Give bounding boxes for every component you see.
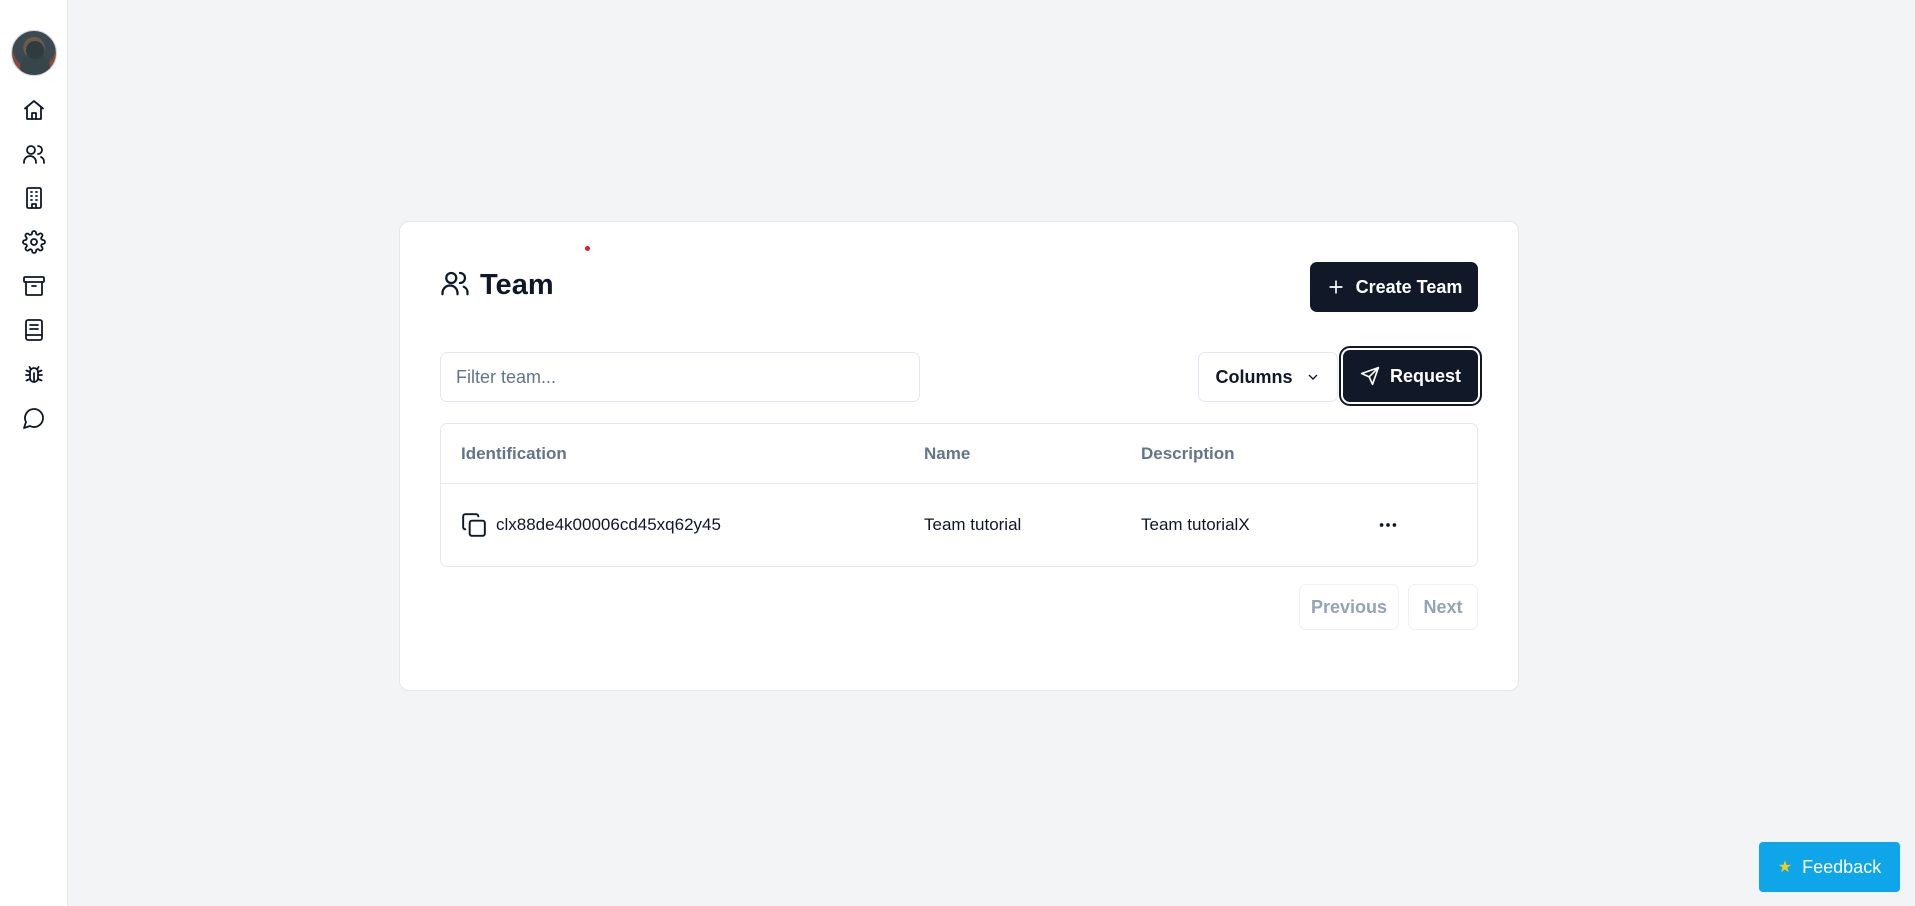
create-team-button[interactable]: Create Team [1310,262,1478,312]
more-horizontal-icon [1379,523,1397,527]
users-icon [22,145,45,164]
page-title: Team [480,269,554,301]
sidebar-item-archive[interactable] [17,269,51,303]
chevron-down-icon [1308,374,1317,380]
star-icon: ★ [1777,859,1793,876]
notification-dot [585,246,590,251]
identification-value: clx88de4k00006cd45xq62y45 [496,515,721,534]
column-header-description[interactable]: Description [1141,424,1235,484]
table-row: clx88de4k00006cd45xq62y45 Team tutorial … [441,484,1477,566]
request-label: Request [1389,365,1461,386]
column-header-identification[interactable]: Identification [461,424,567,484]
page-header: Team [440,268,554,303]
sidebar-item-users[interactable] [17,137,51,171]
column-header-name[interactable]: Name [924,424,970,484]
message-circle-icon [22,408,44,429]
previous-page-button[interactable]: Previous [1299,584,1399,630]
cell-identification: clx88de4k00006cd45xq62y45 [461,484,721,566]
sidebar [0,0,68,906]
send-icon [1360,366,1380,386]
team-table: Identification Name Description clx88de4… [440,423,1478,567]
cell-name: Team tutorial [924,515,1022,534]
archive-icon [22,276,45,296]
sidebar-item-docs[interactable] [17,313,51,347]
sidebar-item-messages[interactable] [17,401,51,435]
feedback-label: Feedback [1802,856,1882,877]
plus-icon [1328,280,1343,294]
sidebar-item-settings[interactable] [17,225,51,259]
bug-icon [24,366,43,383]
request-button[interactable]: Request [1339,346,1482,406]
table-header-row: Identification Name Description [441,424,1477,484]
book-icon [24,319,43,341]
sidebar-item-organization[interactable] [17,181,51,215]
cell-description: Team tutorialX [1141,515,1250,534]
copy-icon[interactable] [461,512,487,538]
columns-label: Columns [1215,366,1293,387]
feedback-button[interactable]: ★ Feedback [1759,842,1900,892]
team-card: Team Create Team Columns Request Identif… [399,221,1519,691]
building-icon [25,187,42,209]
sidebar-item-bugs[interactable] [17,357,51,391]
gear-icon [21,230,46,254]
home-icon [23,100,44,120]
create-team-label: Create Team [1355,276,1463,297]
filter-team-input[interactable] [440,352,920,402]
avatar[interactable] [10,30,57,76]
sidebar-item-home[interactable] [17,93,51,127]
users-icon [440,268,470,303]
row-actions-button[interactable] [1373,512,1403,538]
next-page-button[interactable]: Next [1408,584,1478,630]
columns-dropdown-button[interactable]: Columns [1198,352,1338,402]
